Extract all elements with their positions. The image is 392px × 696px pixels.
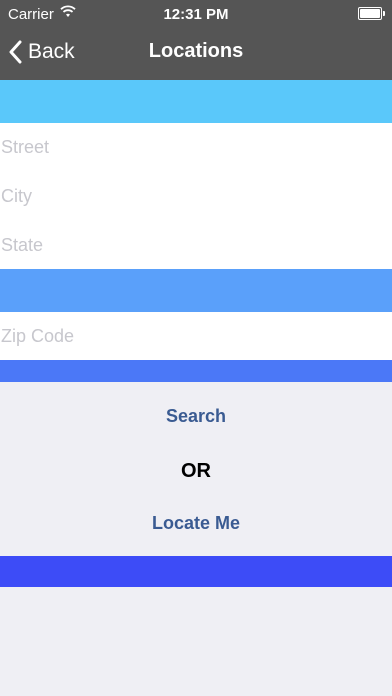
address-fields [0,123,392,269]
band-bottom [0,556,392,587]
battery-icon [358,7,385,20]
or-separator: OR [181,460,211,482]
band-middle [0,269,392,312]
band-lower [0,360,392,382]
clock: 12:31 PM [163,6,229,23]
street-input[interactable] [0,124,392,170]
state-input[interactable] [0,222,392,268]
band-top [0,80,392,123]
zip-code-input[interactable] [0,313,392,359]
zip-field [0,312,392,360]
page-title: Locations [148,40,244,62]
locate-me-button[interactable]: Locate Me [0,513,392,534]
status-bar: Carrier 12:31 PM [0,0,392,28]
search-button[interactable]: Search [0,406,392,427]
navigation-bar: Carrier 12:31 PM Back Locations [0,0,392,80]
city-input[interactable] [0,173,392,219]
